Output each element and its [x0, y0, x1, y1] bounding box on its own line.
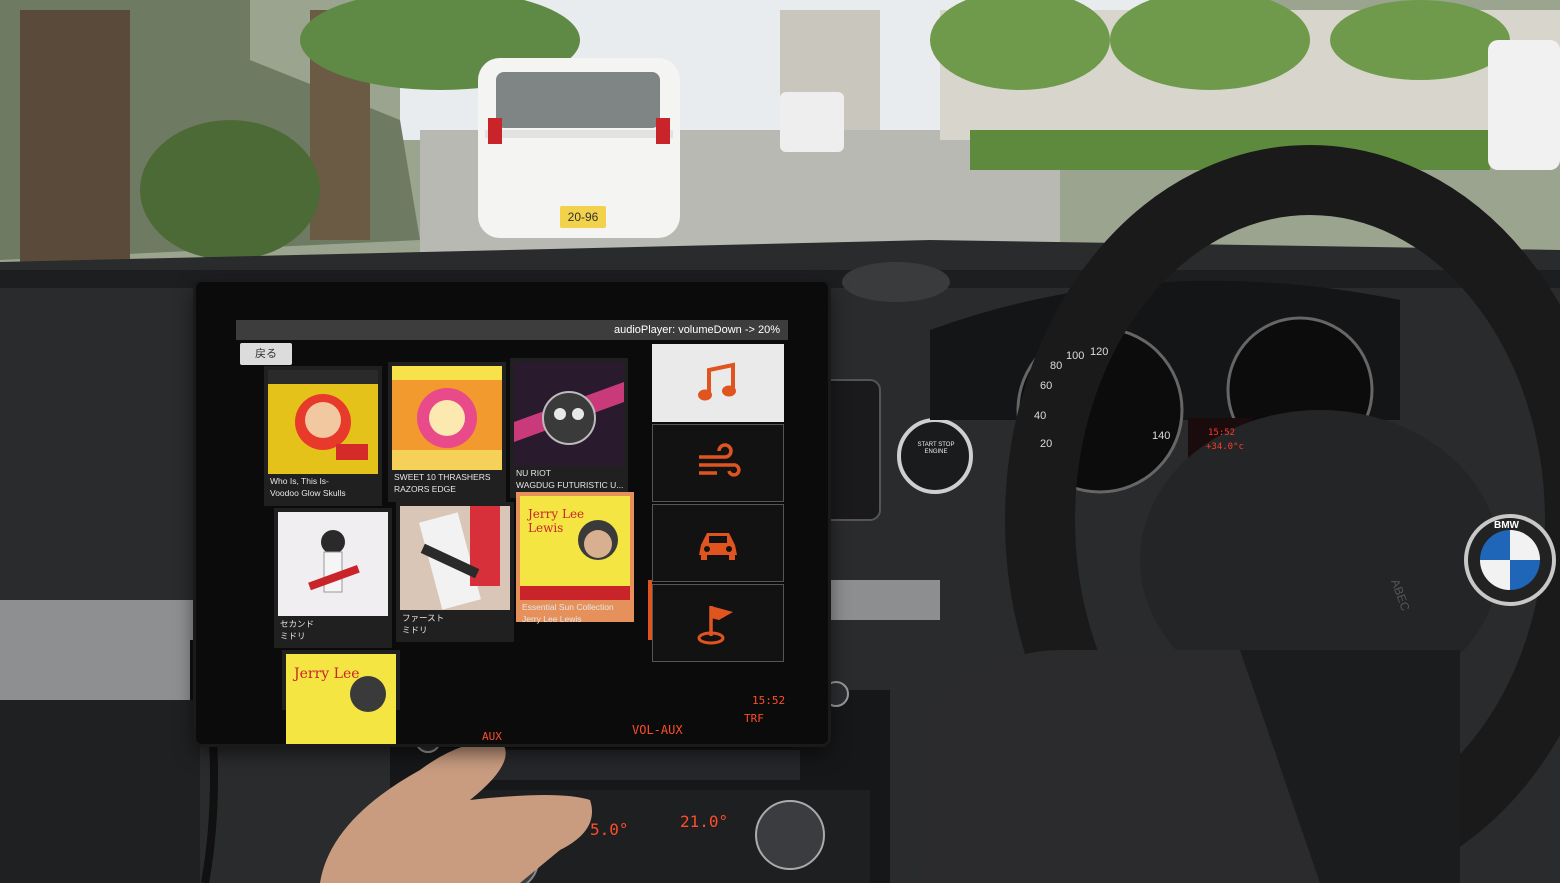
car-interior-scene: 20-96 audioPlayer: volumeDown -> 20% 戻る …	[0, 0, 1560, 883]
album-tile[interactable]: NU RIOT WAGDUG FUTURISTIC U...	[510, 358, 628, 498]
album-artist: RAZORS EDGE	[394, 484, 456, 494]
album-cover: Jerry Lee Lewis	[520, 496, 630, 600]
cluster-clock: 15:52	[1208, 428, 1236, 438]
license-plate: 20-96	[560, 206, 606, 228]
side-menu	[652, 344, 784, 664]
album-cover	[400, 506, 510, 610]
svg-text:Jerry Lee: Jerry Lee	[526, 507, 584, 521]
album-title: セカンド	[280, 619, 315, 629]
speed-label: 100	[1066, 350, 1085, 362]
wind-icon	[699, 443, 741, 477]
album-title: NU RIOT	[516, 468, 551, 478]
album-artist: ミドリ	[402, 625, 428, 635]
music-note-icon	[698, 362, 736, 401]
album-tile[interactable]: Who Is, This Is- Voodoo Glow Skulls	[264, 366, 382, 506]
radio-source: VOL-AUX	[632, 723, 683, 737]
album-tile[interactable]: セカンド ミドリ	[274, 508, 392, 648]
radio-aux: AUX	[482, 730, 502, 743]
album-artist: Jerry Lee Lewis	[522, 614, 582, 624]
cluster-temperature: +34.0°c	[1206, 442, 1244, 452]
tablet-screen: audioPlayer: volumeDown -> 20% 戻る Who Is…	[196, 282, 828, 744]
album-tile[interactable]: ファースト ミドリ	[396, 502, 514, 642]
back-button[interactable]: 戻る	[240, 343, 292, 365]
svg-text:Lewis: Lewis	[528, 521, 563, 535]
status-bar: audioPlayer: volumeDown -> 20%	[236, 320, 788, 340]
album-title: Who Is, This Is-	[270, 476, 329, 486]
speed-label: 40	[1034, 410, 1047, 422]
flag-icon	[697, 606, 733, 645]
climate-button[interactable]	[652, 424, 784, 502]
speed-label: 20	[1040, 438, 1053, 450]
right-temperature: 21.0°	[680, 812, 729, 831]
album-cover	[514, 362, 624, 466]
start-stop-button[interactable]: START STOP ENGINE	[914, 442, 958, 456]
album-cover	[278, 512, 388, 616]
album-artist: WAGDUG FUTURISTIC U...	[516, 480, 624, 490]
speed-label: 60	[1040, 380, 1053, 392]
svg-text:Jerry Lee: Jerry Lee	[292, 666, 360, 682]
radio-clock: 15:52	[752, 694, 786, 707]
bmw-logo: BMW	[1494, 520, 1519, 531]
album-cover: Jerry Lee	[286, 654, 396, 744]
car-button[interactable]	[652, 504, 784, 582]
navigation-button[interactable]	[652, 584, 784, 662]
album-cover	[268, 370, 378, 474]
album-tile-selected[interactable]: Jerry Lee Lewis Essential Sun Collection…	[516, 492, 634, 624]
car-icon	[699, 533, 737, 560]
album-tile[interactable]: SWEET 10 THRASHERS RAZORS EDGE	[388, 362, 506, 502]
radio-trf: TRF	[744, 712, 764, 725]
album-title: Essential Sun Collection	[522, 602, 614, 612]
speed-label: 120	[1090, 346, 1109, 358]
album-title: SWEET 10 THRASHERS	[394, 472, 491, 482]
speed-label: 80	[1050, 360, 1063, 372]
music-button[interactable]	[652, 344, 784, 422]
album-artist: Voodoo Glow Skulls	[270, 488, 346, 498]
album-tile[interactable]: Jerry Lee	[282, 650, 400, 744]
left-temperature: 5.0°	[590, 820, 629, 839]
speed-label: 140	[1152, 430, 1171, 442]
album-title: ファースト	[402, 613, 445, 623]
album-artist: ミドリ	[280, 631, 306, 641]
album-cover	[392, 366, 502, 470]
